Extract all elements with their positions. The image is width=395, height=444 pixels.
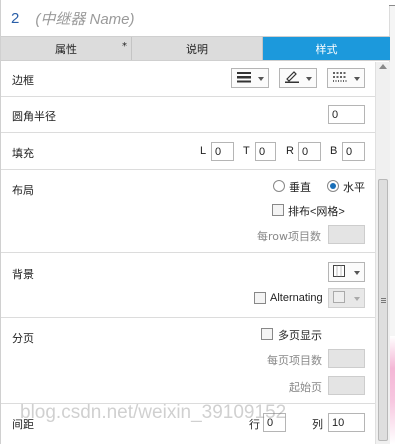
padding-right-input[interactable]: 0 xyxy=(298,142,321,161)
items-per-page-label: 每页项目数 xyxy=(267,354,322,367)
grip-line xyxy=(381,302,386,303)
padding-left-label: L xyxy=(200,145,207,157)
pen-icon xyxy=(284,70,300,86)
scrollbar-thumb[interactable] xyxy=(378,179,388,441)
vertical-label: 垂直 xyxy=(289,182,311,194)
horizontal-label: 水平 xyxy=(343,182,365,194)
padding-top-label: T xyxy=(243,145,250,157)
tab-bar: 属性 * 说明 样式 xyxy=(1,36,390,61)
widget-number: 2 xyxy=(11,9,20,27)
radius-section: 圆角半径 0 xyxy=(1,97,375,133)
start-page-input[interactable] xyxy=(328,376,365,395)
line-weight-icon xyxy=(236,71,252,86)
grid-label: 排布<网格> xyxy=(288,206,345,218)
chevron-down-icon xyxy=(354,297,360,301)
padding-section: 填充 L 0 T 0 R 0 B 0 xyxy=(1,133,375,170)
widget-name[interactable]: (中继器 Name) xyxy=(35,8,134,29)
background-section: 背景 Alternating xyxy=(1,253,375,318)
tab-style[interactable]: 样式 xyxy=(263,37,390,60)
padding-right-label: R xyxy=(286,145,294,157)
scroll-up-arrow-icon[interactable] xyxy=(379,64,387,69)
border-color-dropdown[interactable] xyxy=(279,68,317,88)
alternating-checkbox[interactable] xyxy=(254,292,266,304)
padding-label: 填充 xyxy=(12,147,34,160)
col-spacing-label: 列 xyxy=(312,419,323,431)
row-spacing-label: 行 xyxy=(249,419,260,431)
paging-label: 分页 xyxy=(12,332,34,345)
padding-top-input[interactable]: 0 xyxy=(255,142,276,161)
tab-properties[interactable]: 属性 * xyxy=(1,37,132,60)
grip-line xyxy=(381,298,386,299)
vertical-radio[interactable] xyxy=(273,180,285,192)
radius-input[interactable]: 0 xyxy=(328,105,365,124)
chevron-down-icon xyxy=(354,77,360,81)
border-pattern-dropdown[interactable] xyxy=(327,68,365,88)
paging-section: 分页 多页显示 每页项目数 起始页 xyxy=(1,318,375,404)
chevron-down-icon xyxy=(258,77,264,81)
grid-checkbox[interactable] xyxy=(272,204,284,216)
tab-properties-label: 属性 xyxy=(55,42,77,56)
layout-label: 布局 xyxy=(12,184,34,197)
border-style-dropdown[interactable] xyxy=(231,68,269,88)
dashed-line-icon xyxy=(332,71,348,86)
items-per-page-input[interactable] xyxy=(328,349,365,368)
padding-left-input[interactable]: 0 xyxy=(211,142,234,161)
start-page-label: 起始页 xyxy=(289,381,322,394)
vertical-scrollbar[interactable] xyxy=(375,62,390,444)
fill-swatch-icon xyxy=(333,290,345,306)
fill-swatch-icon xyxy=(333,264,345,280)
chevron-down-icon xyxy=(306,77,312,81)
chevron-down-icon xyxy=(354,271,360,275)
padding-bottom-label: B xyxy=(330,145,338,157)
col-spacing-input[interactable]: 10 xyxy=(328,413,365,432)
tab-notes-label: 说明 xyxy=(186,42,208,56)
alternating-label: Alternating xyxy=(270,292,323,304)
radius-label: 圆角半径 xyxy=(12,110,56,123)
tab-properties-marker: * xyxy=(122,41,127,52)
tab-style-label: 样式 xyxy=(315,42,338,56)
tab-notes[interactable]: 说明 xyxy=(132,37,263,60)
alternating-fill-dropdown[interactable] xyxy=(328,288,365,308)
horizontal-radio[interactable] xyxy=(327,180,339,192)
spacing-label: 间距 xyxy=(12,418,34,431)
layout-section: 布局 垂直 水平 排布<网格> 每row项目数 xyxy=(1,170,375,253)
items-per-row-input[interactable] xyxy=(328,225,365,244)
style-panel: 2 (中继器 Name) 属性 * 说明 样式 边框 圆角半径 0 填充 L 0… xyxy=(0,0,390,444)
padding-bottom-input[interactable]: 0 xyxy=(342,142,365,161)
background-fill-dropdown[interactable] xyxy=(328,262,365,282)
spacing-section: 间距 行 0 列 10 xyxy=(1,404,375,444)
row-spacing-input[interactable]: 0 xyxy=(263,413,286,432)
style-content: 边框 圆角半径 0 填充 L 0 T 0 R 0 B 0 布局 垂直 水平 排布… xyxy=(1,62,375,444)
multi-page-checkbox[interactable] xyxy=(261,328,273,340)
items-per-row-label: 每row项目数 xyxy=(257,230,322,243)
panel-header: 2 (中继器 Name) xyxy=(1,0,389,36)
border-label: 边框 xyxy=(12,74,34,87)
background-label: 背景 xyxy=(12,268,34,281)
multi-page-label: 多页显示 xyxy=(278,330,322,342)
border-section: 边框 xyxy=(1,62,375,97)
grip-line xyxy=(381,300,386,301)
